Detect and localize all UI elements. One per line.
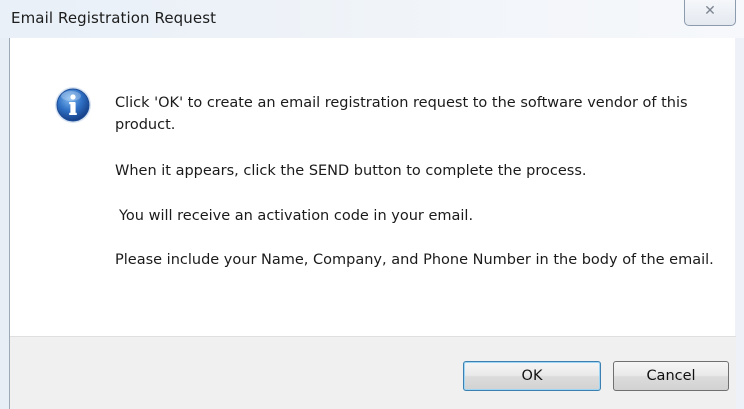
window-frame-left	[0, 38, 9, 409]
close-icon: ✕	[704, 3, 716, 19]
window-frame-right	[735, 38, 744, 409]
message-activation-code: You will receive an activation code in y…	[119, 208, 474, 224]
information-icon	[55, 87, 91, 123]
message-send-instruction: When it appears, click the SEND button t…	[115, 163, 587, 179]
button-bar: OK Cancel	[10, 336, 736, 409]
close-button[interactable]: ✕	[684, 0, 736, 26]
ok-button[interactable]: OK	[463, 361, 601, 391]
dialog-body: Click 'OK' to create an email registrati…	[9, 38, 736, 409]
window-title: Email Registration Request	[11, 9, 217, 27]
message-create-request: Click 'OK' to create an email registrati…	[115, 95, 688, 133]
message-include-details: Please include your Name, Company, and P…	[115, 252, 714, 268]
dialog-window: Email Registration Request ✕ Click 'OK' …	[0, 0, 744, 409]
cancel-button[interactable]: Cancel	[613, 361, 729, 391]
title-bar[interactable]: Email Registration Request ✕	[0, 0, 744, 38]
